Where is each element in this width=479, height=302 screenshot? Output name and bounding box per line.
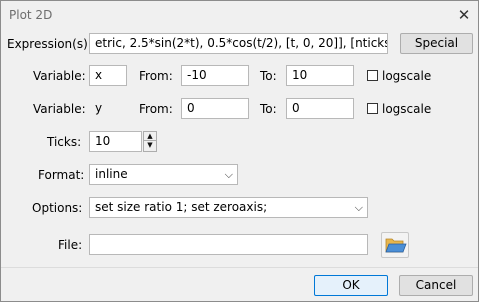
variable-y-from-label: From: (139, 102, 173, 116)
variable-y-to-input[interactable]: 0 (286, 98, 354, 119)
variable-x-to-label: To: (260, 69, 277, 83)
chevron-down-icon: ⌵ (224, 168, 233, 181)
file-input[interactable] (89, 234, 368, 255)
variable-x-logscale-label[interactable]: logscale (382, 69, 431, 83)
file-label: File: (58, 238, 83, 252)
variable-x-to-input[interactable]: 10 (286, 65, 354, 86)
plot-2d-dialog: Plot 2D ✕ Expression(s): etric, 2.5*sin(… (0, 0, 479, 302)
ticks-label: Ticks: (47, 135, 82, 149)
variable-x-label: Variable: (33, 69, 86, 83)
spin-down-icon[interactable]: ▼ (144, 140, 156, 149)
ticks-spinner[interactable]: ▲ ▼ (143, 131, 157, 152)
dialog-footer: OK Cancel (1, 268, 478, 301)
variable-x-input[interactable]: x (89, 65, 127, 86)
expression-label: Expression(s): (7, 37, 92, 51)
variable-y-to-label: To: (260, 102, 277, 116)
variable-y-label: Variable: (33, 102, 86, 116)
variable-y-logscale-checkbox[interactable] (367, 103, 378, 114)
format-select[interactable]: inline ⌵ (89, 164, 238, 185)
variable-y-input: y (89, 98, 127, 119)
title-bar: Plot 2D ✕ (1, 1, 478, 29)
close-icon[interactable]: ✕ (454, 5, 474, 25)
options-combobox[interactable]: set size ratio 1; set zeroaxis; ⌵ (89, 197, 368, 218)
ok-button[interactable]: OK (314, 275, 388, 296)
window-title: Plot 2D (9, 8, 53, 22)
spin-up-icon[interactable]: ▲ (144, 132, 156, 140)
options-combobox-value: set size ratio 1; set zeroaxis; (95, 200, 268, 214)
variable-x-logscale-checkbox[interactable] (367, 70, 378, 81)
special-button[interactable]: Special (400, 33, 473, 54)
format-select-value: inline (95, 167, 128, 181)
format-label: Format: (38, 168, 85, 182)
variable-y-logscale-label[interactable]: logscale (382, 102, 431, 116)
chevron-down-icon: ⌵ (354, 201, 363, 214)
ticks-input[interactable]: 10 (89, 131, 142, 152)
browse-file-button[interactable] (381, 232, 409, 258)
variable-x-from-label: From: (139, 69, 173, 83)
variable-y-from-input[interactable]: 0 (181, 98, 249, 119)
options-label: Options: (32, 201, 83, 215)
expression-input[interactable]: etric, 2.5*sin(2*t), 0.5*cos(t/2), [t, 0… (89, 33, 388, 54)
cancel-button[interactable]: Cancel (399, 275, 473, 296)
variable-x-from-input[interactable]: -10 (181, 65, 249, 86)
folder-open-icon (385, 238, 407, 253)
